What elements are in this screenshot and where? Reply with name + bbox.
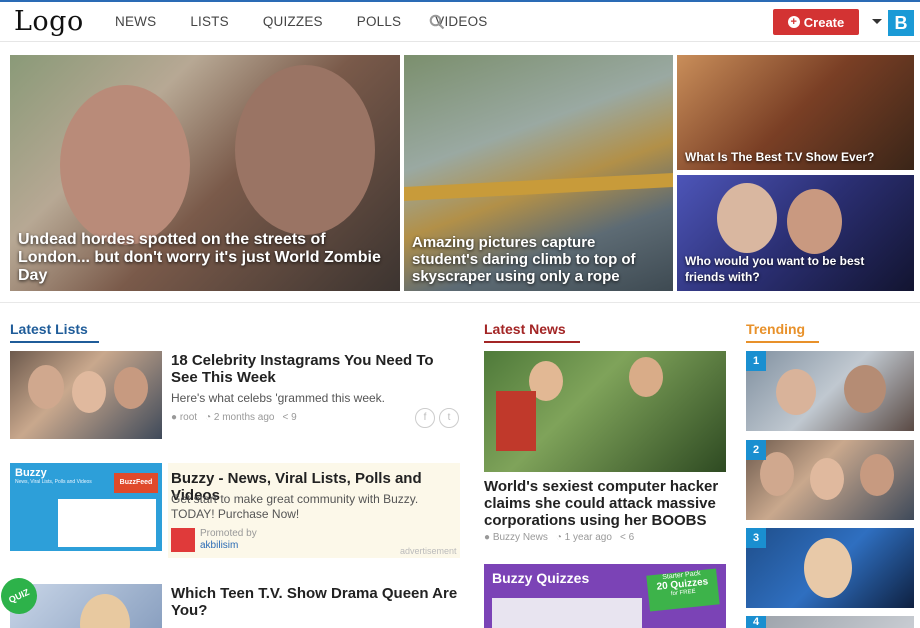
clock-icon: ◔ — [205, 412, 214, 423]
share-meta: < 9 — [283, 412, 297, 423]
nav-lists[interactable]: LISTS — [190, 14, 229, 29]
list-thumb-celebrity[interactable] — [10, 351, 162, 439]
hero-image-beam — [404, 172, 673, 202]
ad-thumb-subtitle: News, Viral Lists, Polls and Videos — [15, 479, 92, 485]
section-divider — [0, 302, 920, 303]
chevron-down-icon[interactable] — [872, 19, 882, 24]
list-item-title[interactable]: 18 Celebrity Instagrams You Need To See … — [171, 352, 461, 386]
hero-caption: Amazing pictures capture student's darin… — [412, 234, 636, 285]
news-thumb-hacker[interactable] — [484, 351, 726, 472]
promoter-logo[interactable] — [171, 528, 195, 552]
ad-label: advertisement — [400, 546, 457, 556]
list-item-meta: ● root ◔ 2 months ago < 9 — [171, 412, 297, 423]
news-item-meta: ● Buzzy News ◔ 1 year ago < 6 — [484, 532, 634, 543]
author-meta: ● root — [171, 412, 197, 423]
trending-thumb[interactable] — [746, 440, 914, 520]
nav-news[interactable]: NEWS — [115, 14, 156, 29]
hero-image-figure — [717, 183, 777, 253]
user-icon: ● — [484, 532, 493, 543]
trending-rank: 2 — [746, 440, 766, 460]
search-icon[interactable] — [429, 14, 445, 30]
list-thumb-figure — [28, 365, 64, 409]
hero-image-figure — [60, 85, 190, 245]
trending-thumb[interactable] — [746, 351, 914, 431]
nav-quizzes[interactable]: QUIZZES — [263, 14, 323, 29]
hero-caption: Who would you want to be best friends wi… — [685, 254, 865, 284]
trending-thumb[interactable] — [746, 528, 914, 608]
plus-icon: + — [787, 16, 800, 28]
buzzy-quizzes-title: Buzzy Quizzes — [492, 570, 590, 586]
trending-thumb-figure — [776, 369, 816, 415]
post-time: 2 months ago — [213, 412, 275, 423]
share-count: 6 — [628, 532, 635, 543]
trending-rank: 3 — [746, 528, 766, 548]
latest-lists-title[interactable]: Latest Lists — [10, 321, 88, 337]
post-time: 1 year ago — [564, 532, 612, 543]
trending-thumb-figure — [810, 458, 844, 500]
news-thumb-figure — [629, 357, 663, 397]
hero-caption: Undead hordes spotted on the streets of … — [18, 231, 381, 284]
list-item-title[interactable]: Which Teen T.V. Show Drama Queen Are You… — [171, 585, 461, 619]
author-name[interactable]: Buzzy News — [493, 532, 548, 543]
hero-caption: What Is The Best T.V Show Ever? — [685, 150, 875, 164]
ad-thumb-badge: BuzzFeed — [114, 473, 158, 493]
twitter-share-icon[interactable]: t — [439, 408, 459, 428]
promoted-by-label: Promoted by — [200, 528, 257, 539]
list-thumb-figure — [72, 371, 106, 413]
promoter-link[interactable]: akbilisim — [200, 540, 238, 551]
create-button[interactable]: + Create — [773, 9, 859, 35]
list-thumb-figure — [114, 367, 148, 409]
hero-image-figure — [787, 189, 842, 254]
facebook-share-icon[interactable]: f — [415, 408, 435, 428]
main-nav: NEWS LISTS QUIZZES POLLS VIDEOS — [115, 14, 521, 29]
latest-news-title[interactable]: Latest News — [484, 321, 566, 337]
latest-news-underline — [484, 341, 580, 343]
ad-desc: Get start to make great community with B… — [171, 492, 419, 521]
trending-thumb-figure — [844, 365, 886, 413]
list-thumb-figure — [80, 594, 130, 628]
trending-thumb-figure — [804, 538, 852, 598]
share-icon: < — [619, 532, 629, 543]
site-logo[interactable]: Logo — [14, 6, 84, 37]
author-meta: ● Buzzy News — [484, 532, 548, 543]
share-meta: < 6 — [620, 532, 634, 543]
trending-thumb-figure — [860, 454, 894, 496]
ad-thumb-screenshot — [58, 499, 156, 547]
trending-thumb[interactable] — [746, 616, 914, 628]
quiz-preview — [492, 598, 642, 628]
starter-pack-badge: Starter Pack 20 Quizzes for FREE — [646, 568, 720, 612]
share-icon: < — [282, 412, 292, 423]
news-item-title[interactable]: World's sexiest computer hacker claims s… — [484, 478, 726, 529]
ad-thumb-buzzy[interactable]: Buzzy News, Viral Lists, Polls and Video… — [10, 463, 162, 551]
ad-thumb-brand: Buzzy — [15, 467, 47, 479]
time-meta: ◔ 1 year ago — [556, 532, 612, 543]
hero-image-figure — [235, 65, 375, 235]
author-name[interactable]: root — [180, 412, 197, 423]
trending-title[interactable]: Trending — [746, 321, 805, 337]
nav-polls[interactable]: POLLS — [357, 14, 402, 29]
trending-rank: 1 — [746, 351, 766, 371]
list-item-desc: Here's what celebs 'grammed this week. — [171, 391, 386, 405]
news-thumb-chair — [496, 391, 536, 451]
share-count: 9 — [291, 412, 297, 423]
trending-underline — [746, 341, 819, 343]
hero-card-tv-show[interactable]: What Is The Best T.V Show Ever? — [677, 55, 914, 170]
hero-card-best-friends[interactable]: Who would you want to be best friends wi… — [677, 175, 914, 291]
user-avatar[interactable]: B — [888, 10, 914, 36]
site-header: Logo NEWS LISTS QUIZZES POLLS VIDEOS + C… — [0, 2, 920, 42]
hero-card-skyscraper[interactable]: Amazing pictures capture student's darin… — [404, 55, 673, 291]
time-meta: ◔ 2 months ago — [205, 412, 274, 423]
user-icon: ● — [171, 412, 180, 423]
hero-card-zombie[interactable]: Undead hordes spotted on the streets of … — [10, 55, 400, 291]
clock-icon: ◔ — [555, 532, 565, 543]
create-label: Create — [803, 14, 845, 30]
trending-rank: 4 — [746, 616, 766, 628]
buzzy-quizzes-banner[interactable]: Buzzy Quizzes Starter Pack 20 Quizzes fo… — [484, 564, 726, 628]
latest-lists-underline — [10, 341, 99, 343]
